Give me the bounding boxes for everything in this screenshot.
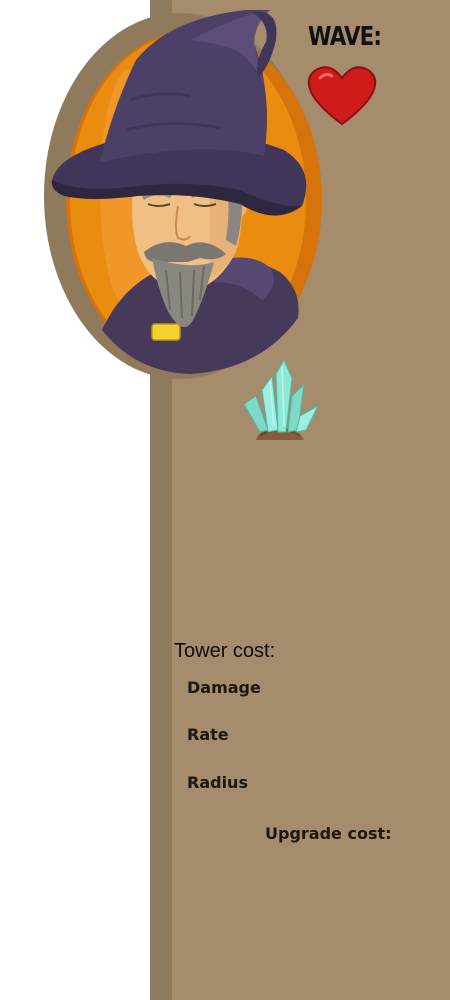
crystal-icon[interactable] (238, 356, 324, 442)
wave-label: WAVE: (308, 22, 382, 52)
damage-label: Damage (187, 678, 261, 697)
radius-label: Radius (187, 773, 248, 792)
heart-icon (307, 66, 377, 126)
rate-label: Rate (187, 725, 229, 744)
wizard-portrait (44, 10, 322, 379)
upgrade-cost-label[interactable]: Upgrade cost: (265, 824, 392, 843)
game-screen: WAVE: Tower cost: Damage Rate Radius Upg… (0, 0, 450, 1000)
tower-cost-label: Tower cost: (174, 640, 276, 662)
